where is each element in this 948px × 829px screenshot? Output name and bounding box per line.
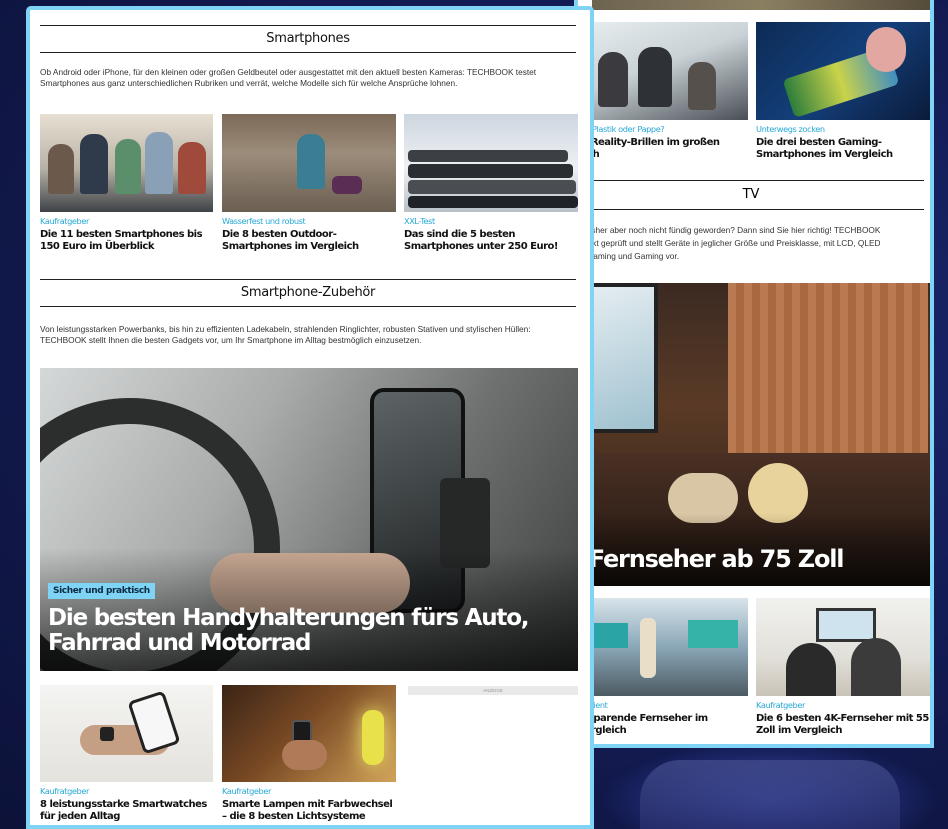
tv-store-image[interactable] [578,598,748,696]
card-title[interactable]: 8 leistungsstarke Smartwatches für jeden… [40,799,216,822]
accessories-title-text: Smartphone-Zubehör [240,285,376,300]
smartwatch-image[interactable] [40,685,213,782]
outdoor-phone-image[interactable] [222,114,396,212]
card-title[interactable]: Die 6 besten 4K-Fernseher mit 55 Zoll im… [756,713,930,736]
card-title[interactable]: al-Reality-Brillen im großen eich [578,137,748,160]
stacked-phones-image[interactable] [404,114,578,212]
card-kicker: Kaufratgeber [222,786,271,796]
tv-title-text: TV [742,187,760,202]
card-title[interactable]: Smarte Lampen mit Farbwechsel – die 8 be… [222,799,398,822]
smartphones-section-title: Smartphones [40,25,576,53]
accessories-section-title: Smartphone-Zubehör [40,279,576,307]
background-gamepad [640,760,900,829]
card-kicker: Kaufratgeber [756,700,805,710]
hero-kicker: Sicher und praktisch [48,583,155,599]
accessories-intro: Von leistungsstarken Powerbanks, bis hin… [40,324,531,345]
tv-hero-title[interactable]: -Fernseher ab 75 Zoll [580,545,845,573]
ad-label: ANZEIGE [408,686,578,695]
card-title[interactable]: Die 8 besten Outdoor-Smartphones im Verg… [222,229,398,252]
top-banner-image[interactable] [592,0,930,10]
card-kicker: Kaufratgeber [40,786,89,796]
back-article-panel: nd, Plastik oder Pappe? al-Reality-Brill… [574,0,934,748]
smartphones-title-text: Smartphones [266,31,350,46]
tv-hero-image[interactable]: -Fernseher ab 75 Zoll [578,283,930,586]
card-kicker: XXL-Test [404,216,435,226]
card-kicker: Wasserfest und robust [222,216,306,226]
gaming-phone-image[interactable] [756,22,930,120]
card-title[interactable]: msparende Fernseher im Vergleich [578,713,748,736]
tv-section-title: TV [578,180,924,210]
tv-intro: r, bisher aber noch nicht fündig geworde… [578,225,881,261]
tv-living-room-image[interactable] [756,598,930,696]
phone-holder-hero[interactable]: Sicher und praktisch Die besten Handyhal… [40,368,578,671]
card-kicker: Kaufratgeber [40,216,89,226]
card-title[interactable]: Das sind die 5 besten Smartphones unter … [404,229,580,252]
front-article-panel: Smartphones Ob Android oder iPhone, für … [26,6,594,829]
smart-lamp-image[interactable] [222,685,396,782]
card-kicker: Unterwegs zocken [756,124,825,134]
hero-title[interactable]: Die besten Handyhalterungen fürs Auto, F… [48,606,568,656]
card-title[interactable]: Die 11 besten Smartphones bis 150 Euro i… [40,229,216,252]
card-title[interactable]: Die drei besten Gaming-Smartphones im Ve… [756,137,930,160]
smartphone-group-image[interactable] [40,114,213,212]
vr-image[interactable] [578,22,748,120]
smartphones-intro: Ob Android oder iPhone, für den kleinen … [40,67,537,88]
